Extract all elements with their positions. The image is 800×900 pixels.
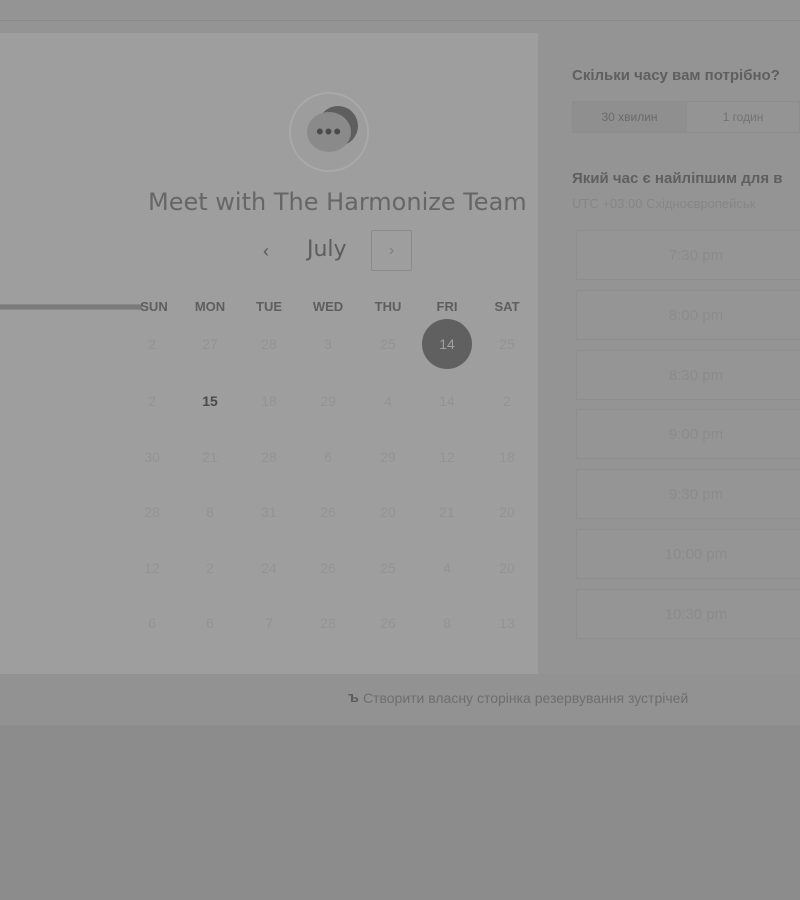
- calendar-day[interactable]: 3: [303, 319, 353, 369]
- duration-option-30min[interactable]: 30 хвилин: [573, 102, 686, 132]
- calendar-day[interactable]: 20: [363, 487, 413, 537]
- calendar-day[interactable]: 20: [482, 487, 532, 537]
- calendar-day[interactable]: 28: [244, 319, 294, 369]
- calendar-day[interactable]: 18: [482, 432, 532, 482]
- calendar-day[interactable]: 4: [422, 543, 472, 593]
- calendar-day[interactable]: 18: [244, 376, 294, 426]
- time-slot-button[interactable]: 7:30 pm: [576, 230, 800, 280]
- weekday-thu: THU: [374, 299, 402, 314]
- calendar-day[interactable]: 25: [363, 319, 413, 369]
- calendar-day[interactable]: 8: [422, 598, 472, 648]
- calendar-day[interactable]: 2: [482, 376, 532, 426]
- duration-option-1h[interactable]: 1 годин: [686, 102, 799, 132]
- weekday-mon: MON: [194, 299, 226, 314]
- calendar-day[interactable]: 6: [127, 598, 177, 648]
- duration-selector: 30 хвилин 1 годин: [572, 101, 800, 133]
- create-booking-page-link[interactable]: ъ Створити власну сторінка резервування …: [348, 689, 688, 706]
- hubspot-sprocket-icon: ъ: [348, 689, 359, 706]
- calendar-day[interactable]: 20: [482, 543, 532, 593]
- calendar-day[interactable]: 25: [363, 543, 413, 593]
- top-divider: [0, 20, 800, 21]
- weekday-wed: WED: [312, 299, 344, 314]
- calendar-day[interactable]: 26: [303, 487, 353, 537]
- calendar-day[interactable]: 8: [185, 487, 235, 537]
- calendar-day[interactable]: 30: [127, 432, 177, 482]
- time-slot-button[interactable]: 8:30 pm: [576, 350, 800, 400]
- time-slot-button[interactable]: 8:00 pm: [576, 290, 800, 340]
- calendar-day[interactable]: 21: [185, 432, 235, 482]
- time-slot-button[interactable]: 10:00 pm: [576, 529, 800, 579]
- calendar-day[interactable]: 15: [185, 376, 235, 426]
- calendar-day[interactable]: 2: [185, 543, 235, 593]
- timezone-label[interactable]: UTC +03:00 Східноєвропейськ: [572, 196, 755, 211]
- meeting-title: Meet with The Harmonize Team: [148, 188, 527, 216]
- prev-month-button[interactable]: ‹: [255, 238, 277, 264]
- selected-day[interactable]: 14: [422, 319, 472, 369]
- calendar-day[interactable]: 26: [303, 543, 353, 593]
- weekday-sun: SUN: [140, 299, 168, 314]
- calendar-day[interactable]: 6: [185, 598, 235, 648]
- weekday-fri: FRI: [436, 299, 458, 314]
- calendar-day[interactable]: 2: [127, 376, 177, 426]
- footer-link-label: Створити власну сторінка резервування зу…: [362, 689, 689, 706]
- calendar-day[interactable]: 12: [422, 432, 472, 482]
- avatar: •••: [289, 92, 369, 172]
- weekday-sat: SAT: [494, 299, 520, 314]
- calendar-day[interactable]: 13: [482, 598, 532, 648]
- time-slot-button[interactable]: 9:00 pm: [576, 409, 800, 459]
- duration-question: Скільки часу вам потрібно?: [572, 67, 780, 84]
- calendar-day[interactable]: 21: [422, 487, 472, 537]
- calendar-day[interactable]: 14: [422, 376, 472, 426]
- calendar-day[interactable]: 25: [482, 319, 532, 369]
- chevron-left-icon: ‹: [263, 240, 269, 261]
- calendar-day[interactable]: 28: [244, 432, 294, 482]
- calendar-day[interactable]: 6: [303, 432, 353, 482]
- month-label: July: [307, 237, 347, 262]
- calendar-day[interactable]: 28: [303, 598, 353, 648]
- chevron-right-icon: ›: [388, 241, 395, 259]
- calendar-day[interactable]: 12: [127, 543, 177, 593]
- calendar-day[interactable]: 24: [244, 543, 294, 593]
- time-question: Який час є найліпшим для в: [572, 170, 783, 187]
- time-slot-button[interactable]: 9:30 pm: [576, 469, 800, 519]
- calendar-day[interactable]: 27: [185, 319, 235, 369]
- time-slot-button[interactable]: 10:30 pm: [576, 589, 800, 639]
- calendar-day[interactable]: 29: [363, 432, 413, 482]
- calendar-day[interactable]: 2: [127, 319, 177, 369]
- weekday-header: SUN MON TUE WED THU FRI SAT: [0, 299, 538, 317]
- weekday-tue: TUE: [256, 299, 282, 314]
- calendar-day[interactable]: 28: [127, 487, 177, 537]
- calendar-day[interactable]: 4: [363, 376, 413, 426]
- chat-bubbles-icon: •••: [307, 112, 351, 152]
- calendar-day[interactable]: 31: [244, 487, 294, 537]
- calendar-day[interactable]: 26: [363, 598, 413, 648]
- calendar-day[interactable]: 7: [244, 598, 294, 648]
- next-month-button[interactable]: ›: [371, 230, 412, 271]
- calendar-day[interactable]: 29: [303, 376, 353, 426]
